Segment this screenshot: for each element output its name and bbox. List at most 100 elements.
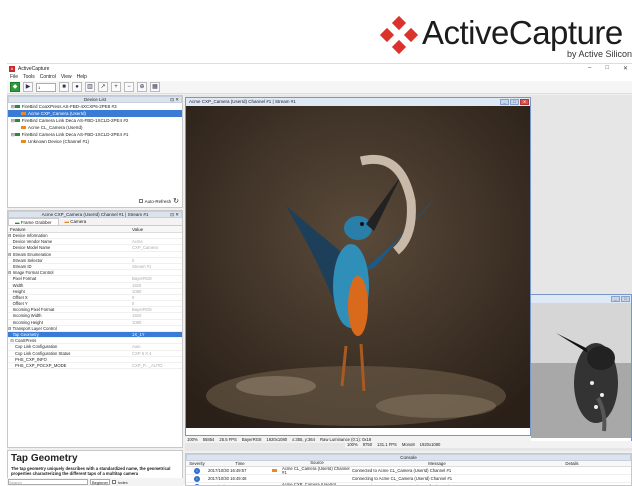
property-name: ⊟ Device Information (8, 233, 132, 238)
console-time: 2017/10/30 16:49:57 (208, 468, 272, 473)
property-value[interactable] (132, 338, 178, 343)
menu-file[interactable]: File (10, 74, 18, 80)
device-tree-label: FireBird Camera Link Deca AS-FBD-1XCLD-2… (22, 131, 129, 138)
tab-frame-grabber[interactable]: ▬ Frame Grabber (8, 218, 59, 225)
color-image (186, 106, 530, 428)
zoom-in-icon[interactable]: + (111, 82, 121, 92)
col-time: Time (208, 461, 272, 466)
property-row[interactable]: PHS_CXP_POCXP_MODECXP_P..._AUTO (8, 363, 182, 369)
zoom-out-icon[interactable]: − (124, 82, 134, 92)
property-value[interactable]: BayerRG8 (132, 276, 178, 281)
device-tree-item[interactable]: Acme CXP_Camera (UserId) (8, 110, 182, 117)
menu-tools[interactable]: Tools (23, 74, 35, 80)
maximize-icon[interactable]: □ (510, 99, 519, 105)
property-value[interactable]: BayerRG8 (132, 307, 178, 312)
property-value[interactable]: CXP 6 X 4 (132, 351, 178, 356)
property-value[interactable]: 0 (132, 295, 178, 300)
device-tree-item[interactable]: ⊟ FireBird Camera Link Deca AS-FBD-1XCLD… (8, 117, 182, 124)
console-row[interactable]: i2017/10/30 16:49:57Acme CL_Camera (User… (186, 467, 631, 475)
search-input[interactable]: Search (8, 479, 88, 485)
info-icon: i (194, 468, 200, 474)
viewer-color-title: Acme CXP_Camera (UserId) Channel #1 | St… (186, 98, 530, 106)
property-value[interactable]: CXP_P..._AUTO (132, 363, 178, 368)
close-icon[interactable]: ✕ (520, 99, 529, 105)
property-value[interactable]: 1920 (132, 283, 178, 288)
property-name: Height (8, 289, 132, 294)
kingfisher-color-image (186, 106, 530, 428)
info-icon: i (194, 476, 200, 482)
refresh-icon[interactable]: ↻ (173, 197, 179, 205)
snap-icon[interactable]: ▶ (23, 82, 33, 92)
stop-icon[interactable]: ■ (59, 82, 69, 92)
property-value[interactable]: Acme (132, 239, 178, 244)
property-value[interactable] (132, 233, 178, 238)
visibility-dropdown[interactable]: Beginner (90, 479, 110, 485)
maximize-icon[interactable]: □ (621, 296, 630, 302)
properties-table: ⊟ Device Information Device Vendor NameA… (8, 233, 182, 369)
help-title: Tap Geometry (11, 453, 179, 464)
minimize-icon[interactable]: _ (500, 99, 509, 105)
windows-icon[interactable]: ▦ (150, 82, 160, 92)
property-name: ⊟ Transport Layer Control (8, 326, 132, 331)
close-button[interactable]: ✕ (623, 65, 628, 72)
property-name: Cxp Link Configuration (8, 344, 132, 349)
graph-icon[interactable]: ↗ (98, 82, 108, 92)
console-source: Acme CXP_Camera (UserId) Channel #1 (282, 483, 352, 486)
properties-tabs: ▬ Frame Grabber ▬ Camera (8, 218, 182, 226)
minimize-button[interactable]: – (588, 65, 591, 72)
brand-logo: ActiveCapture by Active Silicon (382, 12, 632, 60)
menu-control[interactable]: Control (40, 74, 56, 80)
col-source: Source (282, 461, 352, 466)
mono-image (526, 303, 631, 438)
property-value[interactable] (132, 252, 178, 257)
property-name: Device Vendor Name (8, 239, 132, 244)
histogram-icon[interactable]: ▥ (85, 82, 95, 92)
pin-icon[interactable]: ⊡ ✕ (170, 97, 179, 103)
property-value[interactable]: Stream #1 (132, 264, 178, 269)
device-tree-item[interactable]: ⊟ FireBird CoaXPress AS-FBD-4XCXP6-2PE8 … (8, 103, 182, 110)
auto-refresh[interactable]: Auto-Refresh ↻ (139, 197, 179, 205)
connect-icon[interactable]: ◆ (10, 82, 20, 92)
auto-refresh-checkbox[interactable] (139, 199, 143, 203)
frame-count-field[interactable]: 1 (36, 83, 56, 92)
toolbar: ◆ ▶ 1 ■ ● ▥ ↗ + − ⊕ ▦ (7, 81, 632, 94)
property-value[interactable]: Auto (132, 344, 178, 349)
index-checkbox[interactable] (112, 480, 116, 484)
property-value[interactable]: 0 (132, 301, 178, 306)
console-row[interactable]: i2017/10/30 16:49:48Connecting to Acme C… (186, 475, 631, 483)
activecapture-logo-icon (382, 18, 416, 52)
auto-refresh-label: Auto-Refresh (145, 199, 172, 204)
record-icon[interactable]: ● (72, 82, 82, 92)
property-value[interactable] (132, 357, 178, 362)
property-value[interactable]: 1080 (132, 289, 178, 294)
property-value[interactable] (132, 270, 178, 275)
app-window: A ActiveCapture – □ ✕ File Tools Control… (7, 63, 632, 485)
device-tree-item[interactable]: Unknown Device (Channel #1) (8, 138, 182, 145)
brand-name: ActiveCapture (422, 14, 623, 52)
device-tree-item[interactable]: Acme CL_Camera (UserId) (8, 124, 182, 131)
property-value[interactable]: CXP_Camera (132, 245, 178, 250)
property-value[interactable]: 1920 (132, 313, 178, 318)
tab-camera[interactable]: ▬ Camera (59, 218, 93, 225)
viewer-mono-title: _□ (526, 295, 631, 303)
pin-icon[interactable]: ⊡ ✕ (170, 212, 179, 218)
console-header: Console (186, 454, 631, 461)
menu-help[interactable]: Help (77, 74, 87, 80)
kingfisher-mono-image (526, 303, 631, 438)
minimize-icon[interactable]: _ (611, 296, 620, 302)
property-name: ⊟ CoaXPress (8, 338, 132, 343)
property-value[interactable]: 0 (132, 258, 178, 263)
menu-view[interactable]: View (61, 74, 72, 80)
zoom-fit-icon[interactable]: ⊕ (137, 82, 147, 92)
property-value[interactable]: 1080 (132, 320, 178, 325)
console-message: Connected to Acme CL_Camera (UserId) Cha… (352, 468, 522, 473)
property-name: ⊟ Image Format Control (8, 270, 132, 275)
console-time: 2017/10/30 16:49:48 (208, 476, 272, 481)
device-tree-item[interactable]: ⊟ FireBird Camera Link Deca AS-FBD-1XCLD… (8, 131, 182, 138)
property-value[interactable]: 1X_1Y (132, 332, 178, 337)
menu-bar: File Tools Control View Help (7, 73, 632, 81)
property-name: Incoming Height (8, 320, 132, 325)
viewer-window-mono: _□ (525, 294, 632, 447)
property-value[interactable] (132, 326, 178, 331)
maximize-button[interactable]: □ (605, 65, 609, 72)
